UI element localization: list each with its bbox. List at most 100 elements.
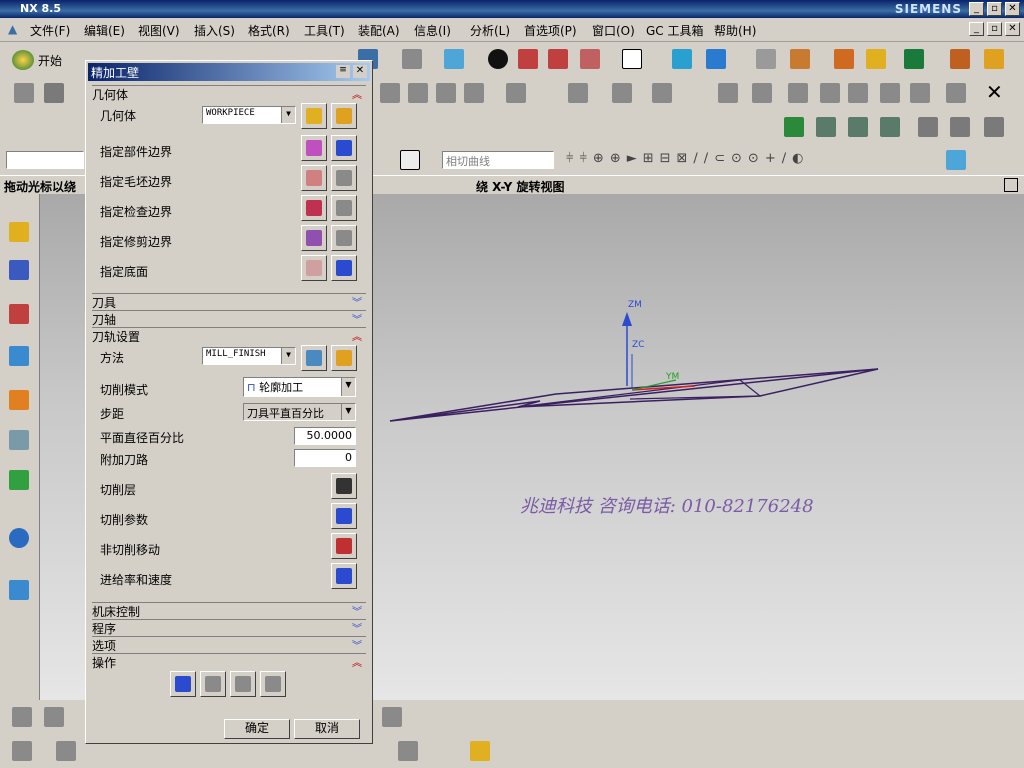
expand-icon[interactable]: ︾ [352,603,362,618]
bottom-tool-2-icon[interactable] [44,707,64,727]
collapse-icon[interactable]: ︽ [352,654,362,669]
bottom-tool-6-icon[interactable] [398,741,418,761]
bottom-tool-7-icon[interactable] [470,741,490,761]
selection-cube-icon[interactable] [946,150,966,170]
feature-icon[interactable] [718,83,738,103]
transform-icon[interactable] [880,117,900,137]
verify-button[interactable] [230,671,256,697]
trim-boundary-show-button[interactable] [331,225,357,251]
background-icon[interactable] [622,49,642,69]
expand-icon[interactable]: ︾ [352,294,362,309]
list-button[interactable] [260,671,286,697]
section-axis[interactable]: 刀轴 ︾ [92,310,366,327]
dialog-menu-icon[interactable]: ≡ [336,65,350,78]
additional-passes-input[interactable]: 0 [294,449,356,467]
menu-assembly[interactable]: 装配(A) [358,22,400,39]
dropdown-icon[interactable]: ▼ [281,107,295,123]
menu-format[interactable]: 格式(R) [248,22,290,39]
menu-analysis[interactable]: 分析(L) [470,22,510,39]
select-rect-icon[interactable] [400,150,420,170]
layer-icon[interactable] [756,49,776,69]
expand-icon[interactable]: ︾ [352,620,362,635]
stepover-select[interactable]: 刀具平直百分比 ▼ [243,403,356,421]
hd3d-icon[interactable] [9,430,29,450]
doc-close-button[interactable]: ✕ [1005,22,1020,36]
menu-preferences[interactable]: 首选项(P) [524,22,577,39]
app-icon[interactable]: ▲ [8,22,17,36]
machine-sim-icon[interactable] [506,83,526,103]
copy-layer-icon[interactable] [984,117,1004,137]
check-boundary-show-button[interactable] [331,195,357,221]
new-geometry-button[interactable] [301,103,327,129]
section-machine-control[interactable]: 机床控制 ︾ [92,602,366,619]
section-program[interactable]: 程序 ︾ [92,619,366,636]
menu-insert[interactable]: 插入(S) [194,22,235,39]
reuse-library-icon[interactable] [9,390,29,410]
measure-icon[interactable] [866,49,886,69]
snap-point-icons[interactable]: ⫩⫩⊕⊕►⊞⊟⊠∕∕⊂⊙⊙+∕◐ [566,151,809,166]
generate-button[interactable] [170,671,196,697]
output-cls-icon[interactable] [652,83,672,103]
section-options[interactable]: 选项 ︾ [92,636,366,653]
fit-view-icon[interactable] [1004,178,1018,192]
dropdown-icon[interactable]: ▼ [281,348,295,364]
plane-diameter-input[interactable]: 50.0000 [294,427,356,445]
ok-button[interactable]: 确定 [224,719,290,739]
tool-nav-icon[interactable] [788,83,808,103]
non-cut-moves-button[interactable] [331,533,357,559]
menu-info[interactable]: 信息(I) [414,22,451,39]
geo-nav-icon[interactable] [820,83,840,103]
floor-show-button[interactable] [331,255,357,281]
section-geometry[interactable]: 几何体 ︽ [92,85,366,102]
type-filter[interactable] [6,151,84,169]
section-tool[interactable]: 刀具 ︾ [92,293,366,310]
create-tool-icon[interactable] [44,83,64,103]
edit-object-icon[interactable] [880,83,900,103]
orient-icon[interactable] [672,49,692,69]
blank-boundary-show-button[interactable] [331,165,357,191]
cut-params-button[interactable] [331,503,357,529]
geometry-select[interactable]: WORKPIECE ▼ [202,106,296,124]
start-icon[interactable] [12,50,34,70]
cancel-button[interactable]: 取消 [294,719,360,739]
feeds-speeds-button[interactable] [331,563,357,589]
sketch-icon[interactable] [402,49,422,69]
bottom-tool-3-icon[interactable] [382,707,402,727]
blank-boundary-select-button[interactable] [301,165,327,191]
box-icon[interactable] [444,49,464,69]
cut-levels-button[interactable] [331,473,357,499]
face-icon[interactable] [548,49,568,69]
assembly-nav-icon[interactable] [9,222,29,242]
collapse-icon[interactable]: ︽ [352,328,362,343]
method-select[interactable]: MILL_FINISH ▼ [202,347,296,365]
method-nav-icon[interactable] [848,83,868,103]
generate-path-icon[interactable] [380,83,400,103]
pencil-icon[interactable] [984,49,1004,69]
collapse-icon[interactable]: ︽ [352,86,362,101]
section-actions[interactable]: 操作 ︽ [92,653,366,670]
restore-button[interactable]: ▫ [987,2,1002,16]
delete-icon[interactable]: ✕ [986,80,1003,104]
bottom-tool-4-icon[interactable] [12,741,32,761]
edit-geometry-button[interactable] [331,103,357,129]
menu-view[interactable]: 视图(V) [138,22,180,39]
start-button-label[interactable]: 开始 [38,52,62,69]
part-nav-icon[interactable] [9,304,29,324]
shop-doc-icon[interactable] [612,83,632,103]
expand-icon[interactable]: ︾ [352,637,362,652]
minimize-button[interactable]: _ [969,2,984,16]
filter-icon[interactable] [904,49,924,69]
menu-edit[interactable]: 编辑(E) [84,22,125,39]
doc-restore-button[interactable]: ▫ [987,22,1002,36]
dialog-close-icon[interactable]: ✕ [353,65,367,78]
verify-path-icon[interactable] [464,83,484,103]
layer-settings-icon[interactable] [918,117,938,137]
op-navigator-icon[interactable] [9,346,29,366]
replay-button[interactable] [200,671,226,697]
create-program-icon[interactable] [14,83,34,103]
bottom-tool-5-icon[interactable] [56,741,76,761]
dropdown-icon[interactable]: ▼ [341,378,355,396]
op-nav-icon[interactable] [752,83,772,103]
datum-icon[interactable] [790,49,810,69]
check-boundary-select-button[interactable] [301,195,327,221]
